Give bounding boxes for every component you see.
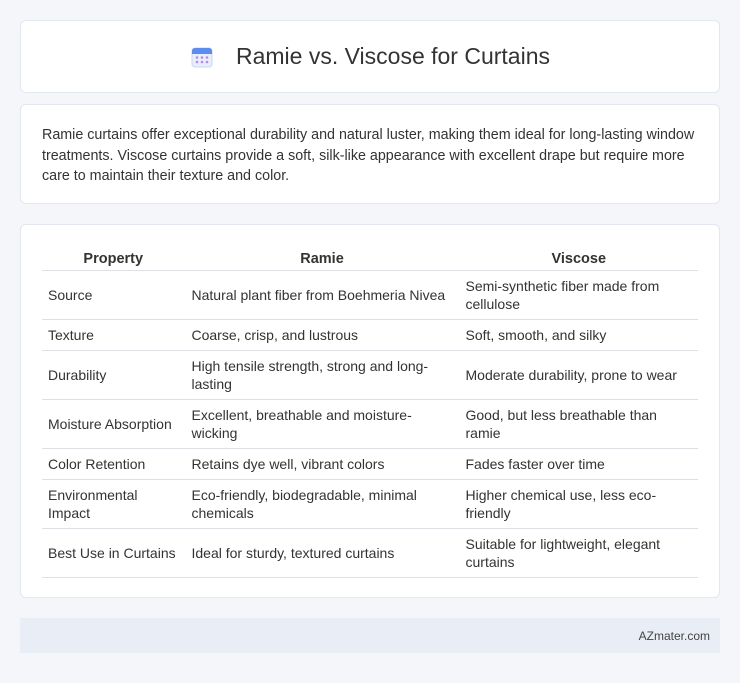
property-cell: Durability (42, 350, 185, 400)
table-row: Environmental Impact Eco-friendly, biode… (42, 479, 698, 529)
viscose-cell: Fades faster over time (458, 448, 698, 480)
ramie-cell: Retains dye well, vibrant colors (184, 448, 459, 480)
viscose-cell: Soft, smooth, and silky (458, 319, 698, 351)
ramie-cell: High tensile strength, strong and long-l… (184, 350, 459, 400)
footer: AZmater.com (20, 618, 720, 653)
viscose-cell: Semi-synthetic fiber made from cellulose (458, 270, 698, 320)
table-card: Property Ramie Viscose Source Natural pl… (20, 224, 720, 598)
ramie-cell: Eco-friendly, biodegradable, minimal che… (184, 479, 459, 529)
title-wrap: Ramie vs. Viscose for Curtains (190, 43, 550, 70)
table-row: Durability High tensile strength, strong… (42, 350, 698, 400)
property-cell: Moisture Absorption (42, 399, 185, 449)
footer-brand-link[interactable]: AZmater.com (639, 629, 710, 643)
viscose-cell: Suitable for lightweight, elegant curtai… (458, 528, 698, 578)
property-cell: Environmental Impact (42, 479, 185, 529)
intro-card: Ramie curtains offer exceptional durabil… (20, 104, 720, 204)
ramie-cell: Excellent, breathable and moisture-wicki… (184, 399, 459, 449)
property-cell: Source (42, 270, 185, 320)
table-row: Source Natural plant fiber from Boehmeri… (42, 270, 698, 320)
viscose-cell: Moderate durability, prone to wear (458, 350, 698, 400)
column-header-property: Property (42, 245, 185, 271)
page-title: Ramie vs. Viscose for Curtains (235, 43, 550, 69)
intro-text: Ramie curtains offer exceptional durabil… (42, 127, 695, 184)
viscose-cell: Higher chemical use, less eco-friendly (458, 479, 698, 529)
property-cell: Texture (42, 319, 185, 351)
viscose-cell: Good, but less breathable than ramie (458, 399, 698, 449)
table-header-row: Property Ramie Viscose (42, 245, 698, 271)
table-row: Moisture Absorption Excellent, breathabl… (42, 399, 698, 449)
title-card: Ramie vs. Viscose for Curtains (20, 20, 720, 93)
ramie-cell: Ideal for sturdy, textured curtains (184, 528, 459, 578)
property-cell: Best Use in Curtains (42, 528, 185, 578)
calendar-icon (191, 47, 213, 67)
table-row: Best Use in Curtains Ideal for sturdy, t… (42, 528, 698, 578)
ramie-cell: Coarse, crisp, and lustrous (184, 319, 459, 351)
table-row: Color Retention Retains dye well, vibran… (42, 448, 698, 480)
column-header-viscose: Viscose (458, 245, 698, 271)
column-header-ramie: Ramie (184, 245, 459, 271)
property-cell: Color Retention (42, 448, 185, 480)
table-row: Texture Coarse, crisp, and lustrous Soft… (42, 319, 698, 351)
ramie-cell: Natural plant fiber from Boehmeria Nivea (184, 270, 459, 320)
comparison-table: Property Ramie Viscose Source Natural pl… (42, 245, 698, 578)
